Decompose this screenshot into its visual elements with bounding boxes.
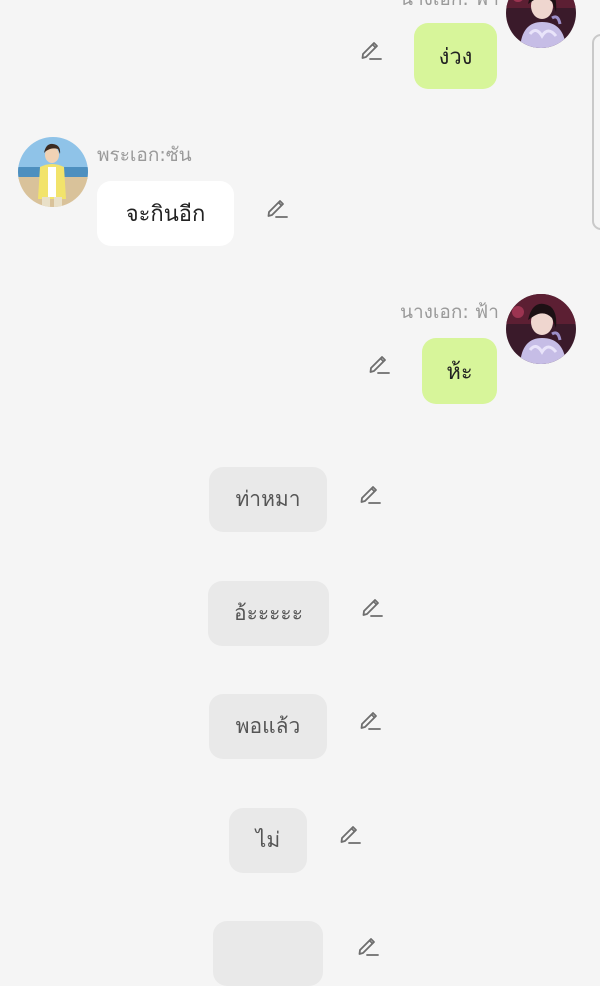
- edit-pencil-icon[interactable]: [359, 593, 385, 619]
- edit-pencil-icon[interactable]: [264, 194, 290, 220]
- avatar-heroine-image: [506, 0, 576, 48]
- narration-text: ท่าหมา: [235, 487, 301, 511]
- narration-bubble[interactable]: พอแล้ว: [209, 694, 327, 759]
- speaker-name-heroine-top: นางเอก: ฟ้า: [400, 0, 499, 14]
- message-bubble-heroine-top[interactable]: ง่วง: [414, 23, 497, 89]
- message-bubble-hero[interactable]: จะกินอีก: [97, 181, 234, 246]
- narration-bubble[interactable]: ไม่: [229, 808, 307, 873]
- narration-text: พอแล้ว: [235, 714, 301, 738]
- avatar-hero-image: [18, 137, 88, 207]
- scroll-handle[interactable]: [592, 34, 600, 230]
- speaker-name-hero: พระเอก:ซัน: [97, 144, 192, 166]
- edit-pencil-icon[interactable]: [337, 820, 363, 846]
- message-bubble-heroine[interactable]: ห้ะ: [422, 338, 497, 404]
- avatar-heroine-top[interactable]: [506, 0, 576, 48]
- narration-bubble[interactable]: [213, 921, 323, 986]
- edit-pencil-icon[interactable]: [357, 480, 383, 506]
- avatar-heroine[interactable]: [506, 294, 576, 364]
- message-text: จะกินอีก: [125, 202, 206, 227]
- narration-bubble[interactable]: ท่าหมา: [209, 467, 327, 532]
- narration-bubble[interactable]: อ้ะะะะะ: [208, 581, 329, 646]
- avatar-heroine-image: [506, 294, 576, 364]
- edit-pencil-icon[interactable]: [357, 706, 383, 732]
- speaker-name-heroine: นางเอก: ฟ้า: [400, 301, 499, 323]
- edit-pencil-icon[interactable]: [358, 36, 384, 62]
- message-text: ง่วง: [438, 44, 473, 70]
- avatar-hero[interactable]: [18, 137, 88, 207]
- edit-pencil-icon[interactable]: [355, 932, 381, 958]
- narration-text: ไม่: [255, 828, 281, 852]
- edit-pencil-icon[interactable]: [366, 350, 392, 376]
- message-text: ห้ะ: [446, 359, 473, 385]
- narration-text: อ้ะะะะะ: [233, 601, 303, 625]
